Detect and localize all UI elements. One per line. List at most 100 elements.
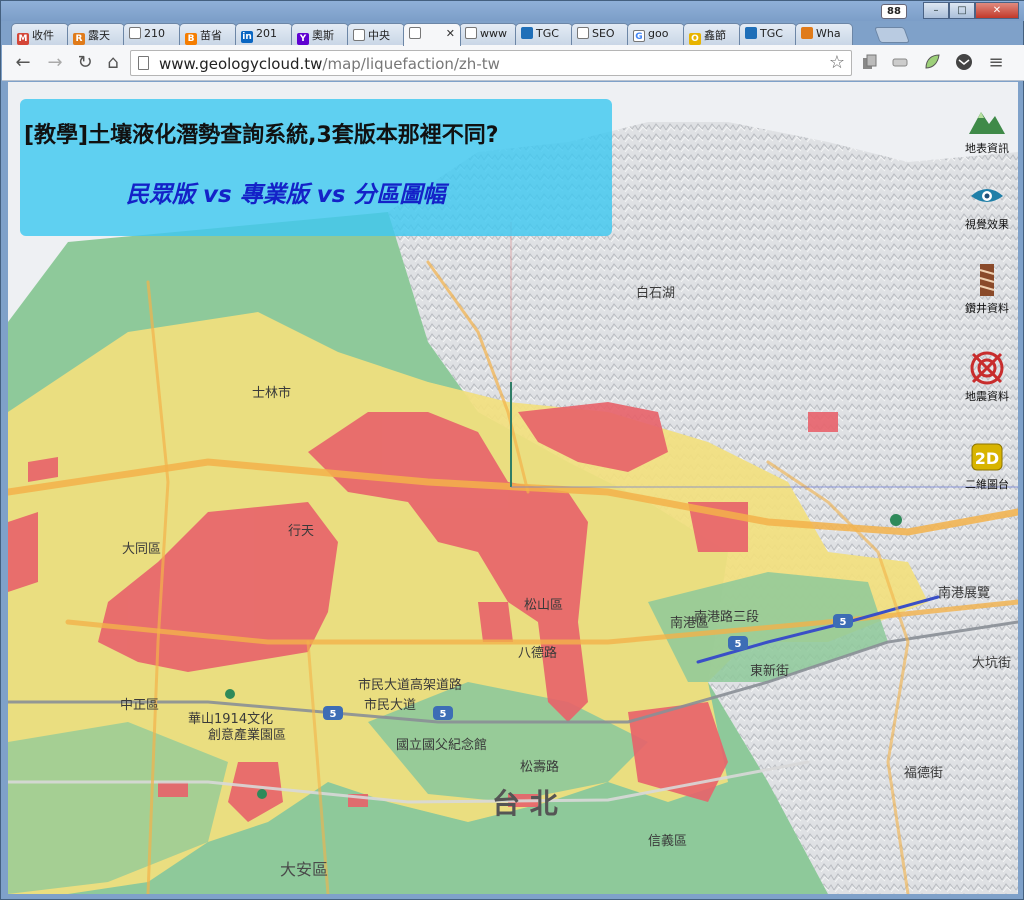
target-icon bbox=[970, 351, 1004, 385]
map-label: 市民大道 bbox=[364, 698, 417, 713]
map-label: 中正區 bbox=[120, 698, 160, 713]
page-icon bbox=[409, 27, 421, 39]
high-zone-edge bbox=[8, 512, 38, 592]
borehole-data-button[interactable]: 鑽井資料 bbox=[956, 262, 1018, 326]
station-marker bbox=[225, 689, 235, 699]
tgc-icon bbox=[745, 27, 757, 39]
home-icon[interactable]: ⌂ bbox=[102, 53, 124, 73]
map-label: 國立國父紀念館 bbox=[396, 738, 488, 753]
route-shield-5-west: 5 bbox=[323, 706, 343, 720]
tab-label: 奧斯 bbox=[312, 29, 334, 42]
route-shield-5-east: 5 bbox=[833, 614, 853, 628]
reload-icon[interactable]: ↻ bbox=[74, 53, 96, 73]
tab[interactable]: TGC bbox=[739, 23, 797, 45]
2d-icon: 2D bbox=[971, 443, 1003, 471]
map-label: 大安區 bbox=[280, 860, 329, 879]
tgc-icon bbox=[521, 27, 533, 39]
back-arrow-icon[interactable]: ← bbox=[12, 53, 34, 73]
tab-label: 210 bbox=[144, 27, 165, 40]
tab[interactable]: www bbox=[459, 23, 517, 45]
bookmark-star-icon[interactable]: ☆ bbox=[829, 52, 845, 73]
svg-text:5: 5 bbox=[735, 639, 742, 650]
url-host: www.geologycloud.tw bbox=[159, 55, 323, 73]
banner-title: [教學]土壤液化潛勢查詢系統,3套版本那裡不同? bbox=[24, 123, 499, 148]
tab[interactable]: TGC bbox=[515, 23, 573, 45]
badge-count: 88 bbox=[881, 4, 907, 19]
tab[interactable]: 中央 bbox=[347, 23, 405, 45]
address-bar[interactable]: www.geologycloud.tw/map/liquefaction/zh-… bbox=[130, 50, 852, 76]
page-icon bbox=[465, 27, 477, 39]
page-icon bbox=[138, 56, 149, 70]
tab[interactable]: SEO bbox=[571, 23, 629, 45]
extension-mail-icon[interactable] bbox=[954, 53, 974, 73]
map-label: 福德街 bbox=[904, 766, 944, 781]
linkedin-icon: in bbox=[241, 31, 253, 43]
earthquake-data-button[interactable]: 地震資料 bbox=[956, 350, 1018, 414]
2d-view-button[interactable]: 2D 二維圖台 bbox=[956, 442, 1018, 506]
map-label: 松山區 bbox=[524, 598, 564, 613]
svg-text:5: 5 bbox=[440, 709, 447, 720]
tab-label: 露天 bbox=[88, 29, 110, 42]
extension-copy-icon[interactable] bbox=[860, 53, 880, 73]
high-zone-bits bbox=[158, 782, 188, 797]
window-controls: – □ ✕ bbox=[923, 2, 1019, 19]
extension-drive-icon[interactable] bbox=[890, 53, 910, 73]
close-window-button[interactable]: ✕ bbox=[975, 2, 1019, 19]
page-icon bbox=[129, 27, 141, 39]
2d-icon-text: 2D bbox=[975, 449, 999, 468]
menu-icon[interactable]: ≡ bbox=[986, 53, 1006, 73]
svg-text:5: 5 bbox=[330, 709, 337, 720]
side-tool-label: 鑽井資料 bbox=[965, 302, 1009, 315]
eye-icon bbox=[971, 189, 1003, 202]
minimize-button[interactable]: – bbox=[923, 2, 949, 19]
route-shield-5: 5 bbox=[433, 706, 453, 720]
forward-arrow-icon[interactable]: → bbox=[44, 53, 66, 73]
browser-window: 88 – □ ✕ M 收件 R 露天 210 B 苗省 in 201 Y 奧斯 中央 ✕ www TGC S… bbox=[0, 0, 1024, 900]
tab[interactable]: Ggoo bbox=[627, 23, 685, 45]
mountain-icon bbox=[969, 112, 1005, 134]
gmail-icon: M bbox=[17, 33, 29, 45]
tab[interactable]: Y 奧斯 bbox=[291, 23, 349, 45]
side-tool-label: 二維圖台 bbox=[965, 478, 1009, 491]
banner-subtitle: 民眾版 vs 專業版 vs 分區圖幅 bbox=[126, 182, 446, 208]
visual-effects-button[interactable]: 視覺效果 bbox=[956, 178, 1018, 242]
extension-leaf-icon[interactable] bbox=[922, 53, 942, 73]
tab[interactable]: ✕ bbox=[403, 23, 461, 46]
tab[interactable]: O 鑫節 bbox=[683, 23, 741, 45]
yahoo-icon: Y bbox=[297, 33, 309, 45]
ruten-icon: R bbox=[73, 33, 85, 45]
tab[interactable]: B 苗省 bbox=[179, 23, 237, 45]
tab[interactable]: in 201 bbox=[235, 23, 293, 45]
tab[interactable]: Wha bbox=[795, 23, 853, 45]
map-label: 南港路三段 bbox=[694, 610, 760, 625]
tab-label: 鑫節 bbox=[704, 29, 726, 42]
tab-label: goo bbox=[648, 27, 669, 40]
map-viewport[interactable]: 5 5 5 5 行天 松山區 中正區 華山1914文化 創意產業園區 國立國父紀念館 bbox=[8, 82, 1018, 894]
map-label: 白石湖 bbox=[636, 286, 676, 301]
route-shield-5-mid: 5 bbox=[728, 636, 748, 650]
tab[interactable]: R 露天 bbox=[67, 23, 125, 45]
maximize-button[interactable]: □ bbox=[949, 2, 975, 19]
page-icon bbox=[577, 27, 589, 39]
map-label: 信義區 bbox=[648, 834, 688, 849]
tab-label: 苗省 bbox=[200, 29, 222, 42]
map-label: 東新街 bbox=[750, 664, 790, 679]
high-zone-small bbox=[478, 602, 513, 642]
google-icon: G bbox=[633, 30, 645, 42]
tab[interactable]: 210 bbox=[123, 23, 181, 45]
ring-icon: O bbox=[689, 33, 701, 45]
tab-label: TGC bbox=[760, 27, 783, 40]
close-tab-icon[interactable]: ✕ bbox=[446, 27, 455, 40]
surface-info-button[interactable]: 地表資訊 bbox=[956, 102, 1018, 166]
blogger-icon: B bbox=[185, 33, 197, 45]
title-bar: 88 – □ ✕ bbox=[1, 1, 1024, 21]
station-marker bbox=[257, 789, 267, 799]
map-label: 創意產業園區 bbox=[208, 728, 287, 743]
tab[interactable]: M 收件 bbox=[11, 23, 69, 45]
browser-toolbar: ← → ↻ ⌂ www.geologycloud.tw/map/liquefac… bbox=[2, 45, 1024, 81]
tab-label: 201 bbox=[256, 27, 277, 40]
tab-label: TGC bbox=[536, 27, 559, 40]
map-label: 市民大道高架道路 bbox=[358, 678, 463, 693]
drill-icon bbox=[979, 264, 995, 296]
new-tab-button[interactable] bbox=[874, 27, 910, 43]
